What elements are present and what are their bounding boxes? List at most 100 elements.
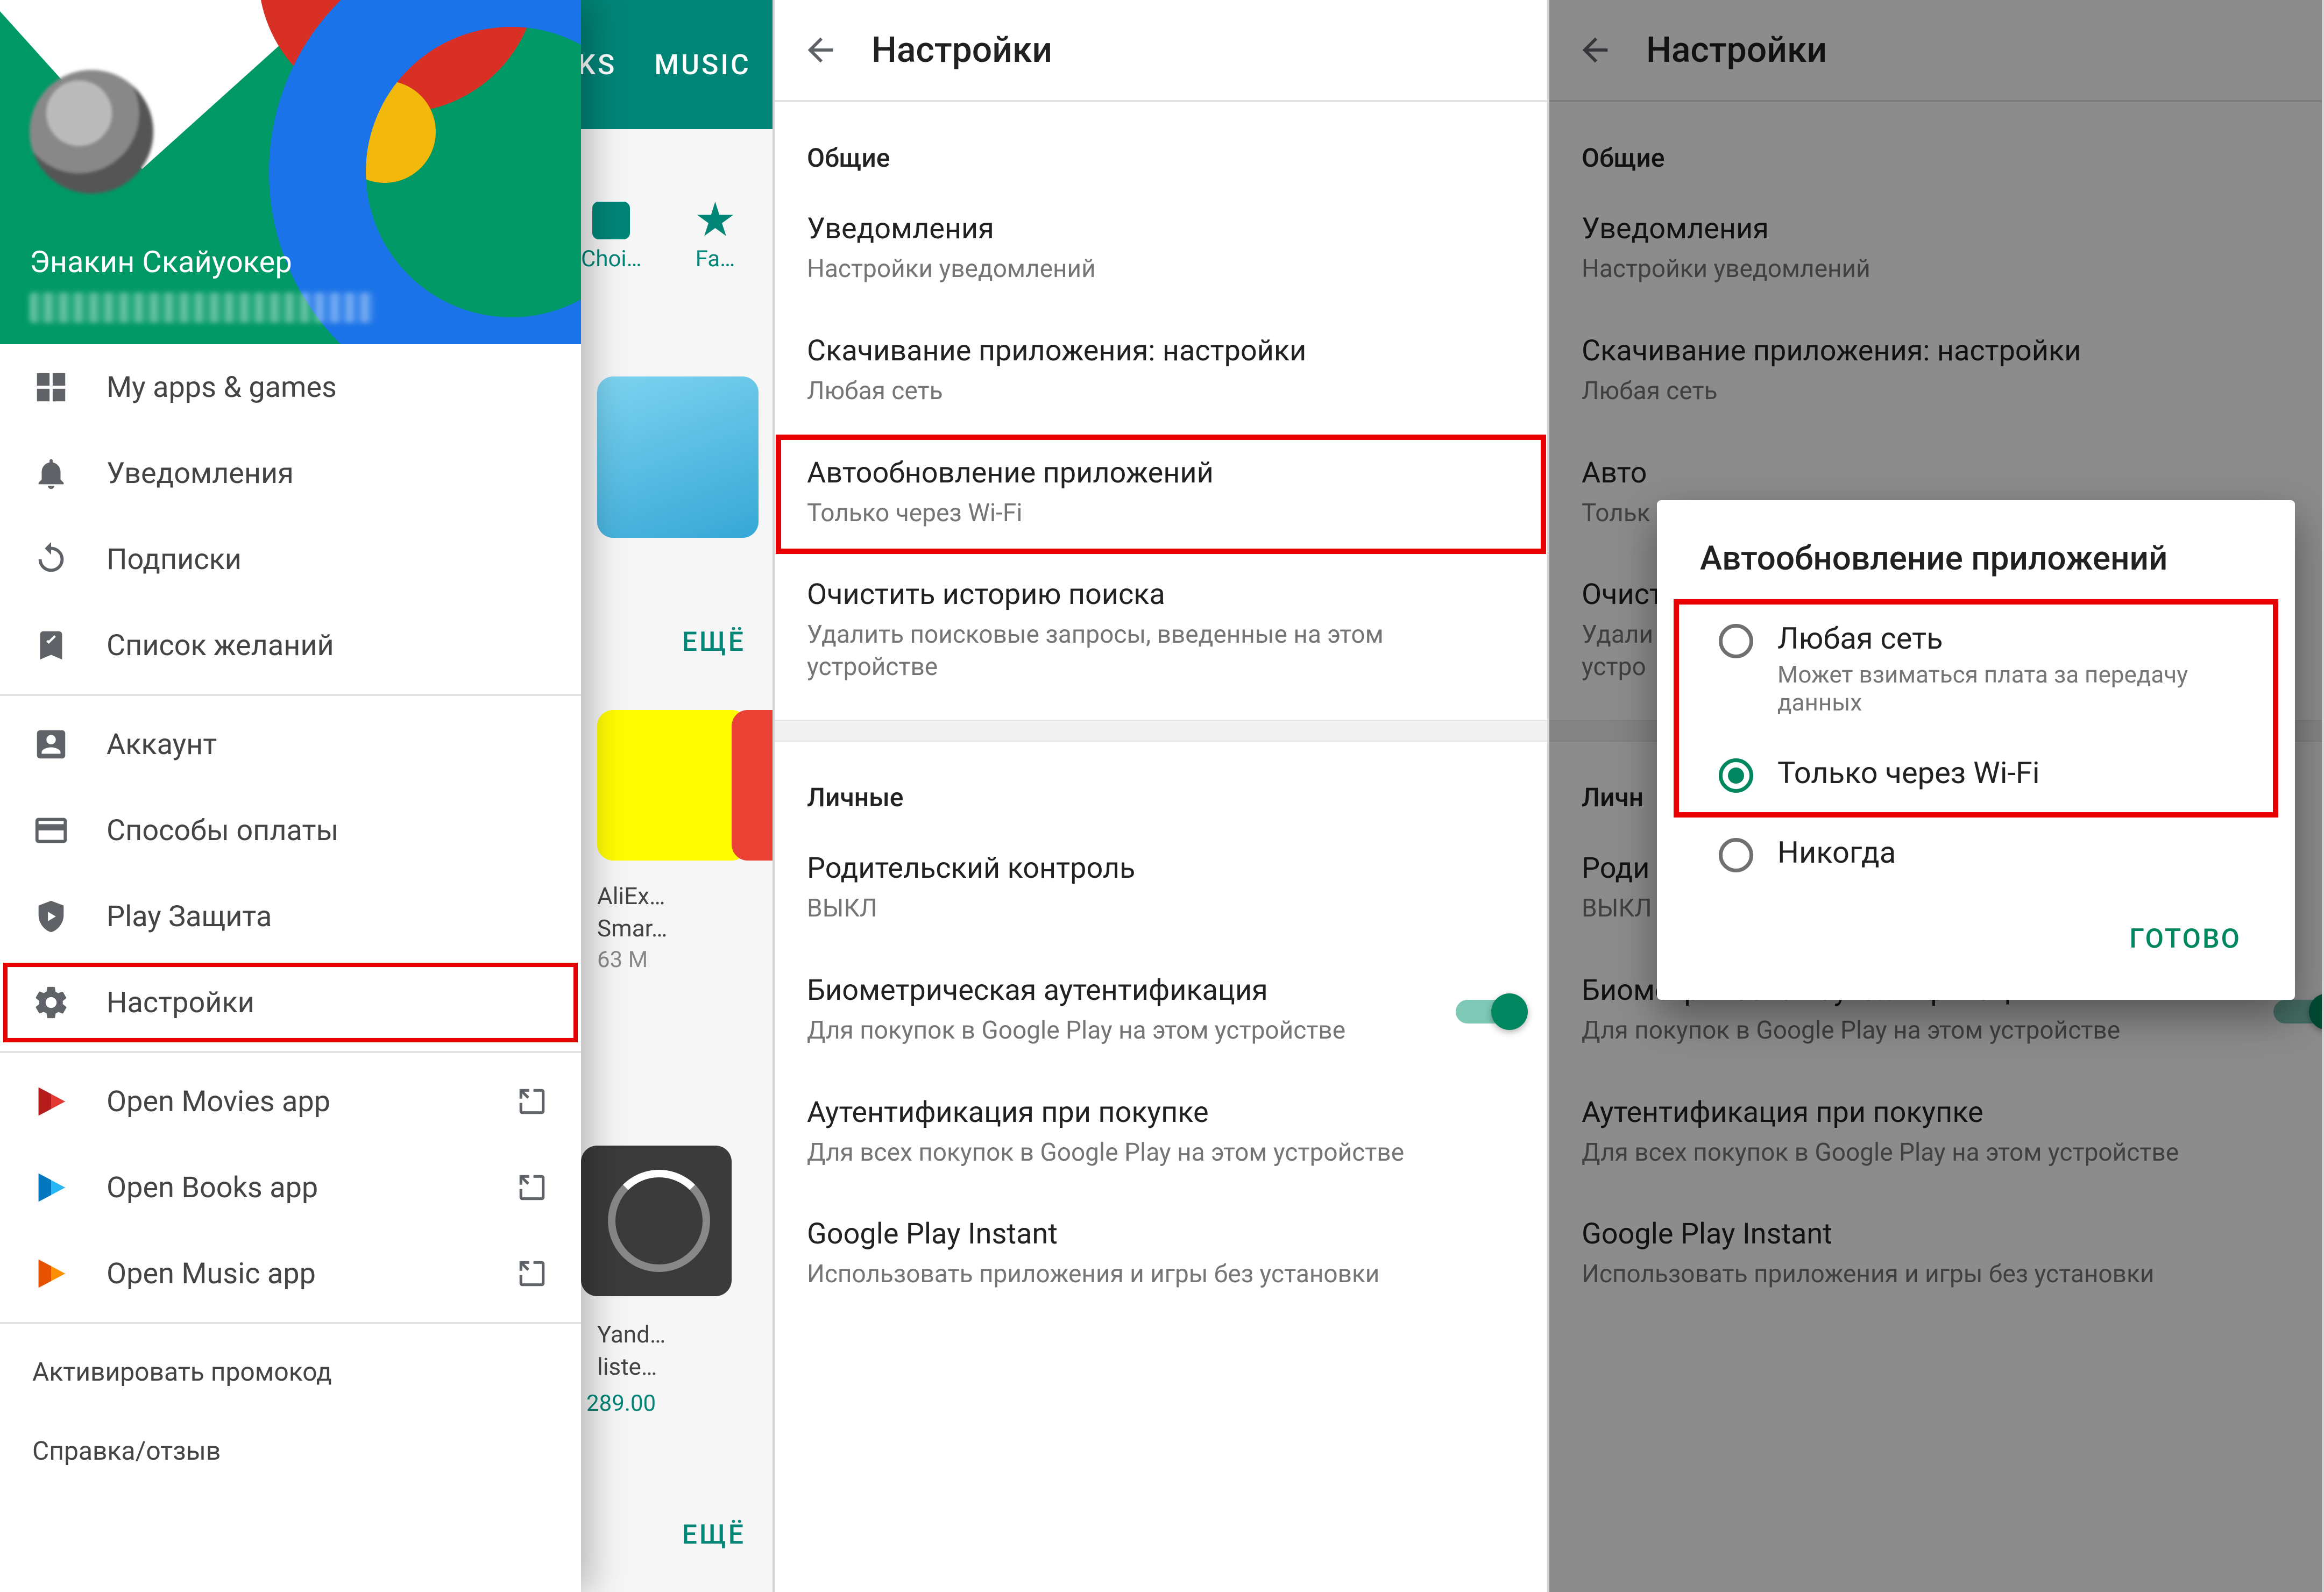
setting-biometric[interactable]: Биометрическая аутентификация Для покупо… — [775, 951, 1547, 1073]
setting-play-instant[interactable]: Google Play Instant Использовать приложе… — [775, 1195, 1547, 1317]
play-music-icon — [32, 1255, 70, 1292]
store-subtabs: Choi… Fa… — [581, 202, 773, 272]
menu-open-movies[interactable]: Open Movies app — [0, 1058, 581, 1145]
menu-subscriptions[interactable]: Подписки — [0, 516, 581, 602]
user-email-blurred[interactable] — [30, 293, 374, 323]
biometric-switch[interactable] — [1456, 996, 1526, 1028]
drawer-footer: Активировать промокод Справка/отзыв — [0, 1330, 581, 1493]
open-external-icon — [515, 1257, 549, 1290]
bell-icon — [32, 454, 70, 492]
redeem-link[interactable]: Активировать промокод — [32, 1356, 549, 1387]
bookmark-icon — [32, 627, 70, 664]
setting-clear-search[interactable]: Очистить историю поиска Удалить поисковы… — [775, 555, 1547, 709]
subtab-family[interactable]: Fa… — [696, 202, 735, 272]
auto-update-dialog: Автообновление приложений Любая сеть Мож… — [1657, 500, 2295, 1000]
divider — [0, 1322, 581, 1324]
radio-unchecked-icon — [1719, 838, 1753, 872]
menu-label: Настройки — [107, 986, 549, 1020]
store-tab-partial[interactable]: KS — [578, 48, 617, 81]
menu-label: Open Movies app — [107, 1085, 479, 1119]
done-button[interactable]: ГОТОВО — [2108, 911, 2263, 968]
app-card-bg-1[interactable] — [597, 376, 759, 538]
setting-subtitle: Использовать приложения и игры без устан… — [807, 1259, 1515, 1291]
setting-title: Google Play Instant — [807, 1217, 1515, 1251]
menu-play-protect[interactable]: Play Защита — [0, 873, 581, 960]
subtab-label: Fa… — [696, 246, 735, 272]
spinner-icon — [608, 1170, 710, 1272]
setting-subtitle: Для всех покупок в Google Play на этом у… — [807, 1137, 1515, 1169]
app-meta-1: 63 M — [597, 947, 648, 973]
menu-label: Уведомления — [107, 457, 549, 491]
divider — [0, 1051, 581, 1053]
nav-drawer: Энакин Скайуокер My apps & games Уведомл… — [0, 0, 581, 1592]
option-title: Только через Wi-Fi — [1777, 755, 2039, 791]
play-books-icon — [32, 1169, 70, 1206]
option-any-network[interactable]: Любая сеть Может взиматься плата за пере… — [1676, 601, 2276, 736]
setting-title: Очистить историю поиска — [807, 578, 1515, 612]
option-title: Никогда — [1777, 835, 1896, 870]
trophy-icon — [592, 202, 630, 239]
menu-wishlist[interactable]: Список желаний — [0, 602, 581, 688]
menu-label: Подписки — [107, 543, 549, 577]
option-wifi-only[interactable]: Только через Wi-Fi — [1676, 736, 2276, 812]
setting-subtitle: Любая сеть — [807, 375, 1515, 408]
section-divider — [775, 720, 1547, 742]
grid-icon — [32, 368, 70, 406]
setting-download-pref[interactable]: Скачивание приложения: настройки Любая с… — [775, 311, 1547, 433]
radio-unchecked-icon — [1719, 624, 1753, 658]
menu-label: Open Music app — [107, 1257, 479, 1291]
account-icon — [32, 726, 70, 763]
setting-auto-update[interactable]: Автообновление приложений Только через W… — [775, 433, 1547, 556]
more-link-2[interactable]: ЕЩЁ — [682, 1519, 746, 1551]
setting-notifications[interactable]: Уведомления Настройки уведомлений — [775, 189, 1547, 311]
option-title: Любая сеть — [1777, 621, 2233, 656]
menu-account[interactable]: Аккаунт — [0, 701, 581, 787]
refresh-icon — [32, 541, 70, 578]
page-title: Настройки — [872, 30, 1052, 71]
menu-label: Список желаний — [107, 629, 549, 663]
radio-checked-icon — [1719, 758, 1753, 793]
setting-title: Биометрическая аутентификация — [807, 973, 1434, 1007]
setting-purchase-auth[interactable]: Аутентификация при покупке Для всех поку… — [775, 1073, 1547, 1195]
dialog-actions: ГОТОВО — [1657, 892, 2295, 984]
app-name-1b: Smar… — [597, 914, 667, 942]
menu-settings[interactable]: Настройки — [0, 960, 581, 1046]
app-icon-snapchat[interactable] — [597, 710, 748, 861]
app-name-1: AliEx… — [597, 882, 665, 910]
settings-app-bar: Настройки — [775, 0, 1547, 102]
menu-label: Аккаунт — [107, 728, 549, 762]
app-name-2b: liste… — [597, 1353, 657, 1381]
setting-parental[interactable]: Родительский контроль ВЫКЛ — [775, 829, 1547, 951]
back-button[interactable] — [802, 31, 839, 69]
store-tab-music[interactable]: MUSIC — [654, 48, 751, 81]
more-link-1[interactable]: ЕЩЁ — [682, 627, 746, 658]
setting-subtitle: Удалить поисковые запросы, введенные на … — [807, 619, 1515, 684]
shield-icon — [32, 898, 70, 935]
menu-open-books[interactable]: Open Books app — [0, 1145, 581, 1231]
play-movies-icon — [32, 1083, 70, 1120]
setting-subtitle: Настройки уведомлений — [807, 253, 1515, 286]
app-icon-red[interactable] — [732, 710, 775, 861]
help-link[interactable]: Справка/отзыв — [32, 1435, 549, 1466]
setting-title: Автообновление приложений — [807, 456, 1515, 490]
open-external-icon — [515, 1171, 549, 1204]
subtab-label: Choi… — [581, 246, 642, 272]
panel-settings-dialog: Настройки Общие Уведомления Настройки ув… — [1549, 0, 2324, 1592]
menu-my-apps[interactable]: My apps & games — [0, 344, 581, 430]
menu-open-music[interactable]: Open Music app — [0, 1231, 581, 1317]
setting-title: Скачивание приложения: настройки — [807, 334, 1515, 368]
drawer-header[interactable]: Энакин Скайуокер — [0, 0, 581, 344]
menu-payments[interactable]: Способы оплаты — [0, 787, 581, 873]
option-never[interactable]: Никогда — [1657, 815, 2295, 892]
divider — [0, 694, 581, 696]
subtab-editors-choice[interactable]: Choi… — [581, 202, 642, 272]
highlight-frame: Любая сеть Может взиматься плата за пере… — [1676, 601, 2276, 815]
menu-notifications[interactable]: Уведомления — [0, 430, 581, 516]
panel-settings: Настройки Общие Уведомления Настройки ув… — [775, 0, 1549, 1592]
avatar[interactable] — [30, 70, 153, 194]
setting-title: Уведомления — [807, 212, 1515, 246]
dialog-title: Автообновление приложений — [1657, 538, 2295, 601]
setting-title: Аутентификация при покупке — [807, 1096, 1515, 1129]
app-price: 289.00 — [586, 1390, 656, 1417]
section-general: Общие — [775, 102, 1547, 189]
